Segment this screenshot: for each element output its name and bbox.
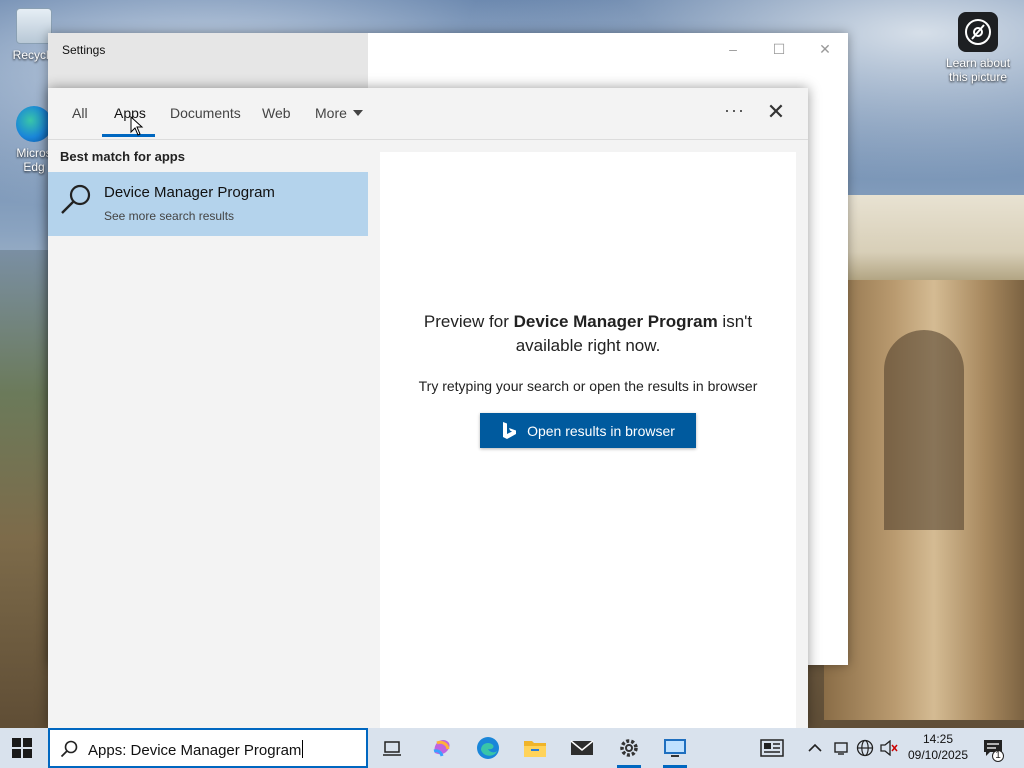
tray-device-icon-button[interactable] bbox=[833, 728, 849, 768]
tab-documents[interactable]: Documents bbox=[170, 105, 241, 121]
clock-time: 14:25 bbox=[922, 732, 954, 746]
remote-app-icon bbox=[664, 739, 686, 757]
settings-icon bbox=[620, 739, 638, 757]
search-panel: All Apps Documents Web More ··· ✕ Best m… bbox=[48, 88, 808, 732]
mouse-cursor-icon bbox=[130, 116, 144, 136]
settings-taskbar-button[interactable] bbox=[617, 736, 641, 760]
mail-button[interactable] bbox=[570, 736, 594, 760]
tab-all[interactable]: All bbox=[72, 105, 88, 121]
window-title: Settings bbox=[62, 43, 106, 57]
maximize-button[interactable]: ☐ bbox=[756, 33, 802, 65]
mail-icon bbox=[570, 740, 594, 755]
clock-date: 09/10/2025 bbox=[907, 748, 969, 762]
wallpaper-arch bbox=[884, 330, 964, 530]
tab-web[interactable]: Web bbox=[262, 105, 291, 121]
taskbar: Apps: Device Manager Program 14:25 09/10… bbox=[0, 728, 1024, 768]
open-results-in-browser-button[interactable]: Open results in browser bbox=[480, 413, 696, 448]
news-widget-button[interactable] bbox=[760, 728, 784, 768]
edge-icon bbox=[16, 106, 52, 142]
result-title: Device Manager Program bbox=[104, 184, 275, 201]
desktop-icon-learn-about-picture[interactable]: Learn about this picture bbox=[938, 12, 1018, 84]
show-hidden-icons-button[interactable] bbox=[808, 728, 822, 768]
file-explorer-button[interactable] bbox=[523, 736, 547, 760]
news-icon bbox=[760, 739, 784, 757]
globe-icon bbox=[856, 739, 874, 757]
best-match-header: Best match for apps bbox=[60, 149, 185, 164]
windows-start-icon[interactable] bbox=[12, 738, 32, 758]
text-caret bbox=[302, 740, 304, 758]
preview-message: Preview for Device Manager Program isn't… bbox=[400, 310, 776, 358]
taskbar-search-input[interactable]: Apps: Device Manager Program bbox=[48, 728, 368, 768]
close-search-button[interactable]: ✕ bbox=[764, 100, 788, 124]
tab-more[interactable]: More bbox=[315, 105, 363, 121]
camera-icon bbox=[958, 12, 998, 52]
search-icon bbox=[61, 184, 91, 214]
button-label: Open results in browser bbox=[527, 422, 675, 439]
remote-app-button[interactable] bbox=[663, 736, 687, 760]
preview-message-prefix: Preview for bbox=[423, 312, 514, 331]
volume-muted-icon bbox=[880, 740, 898, 756]
copilot-button[interactable] bbox=[430, 736, 454, 760]
file-explorer-icon bbox=[524, 741, 546, 757]
search-query-value: Apps: Device Manager Program bbox=[88, 742, 302, 759]
window-controls: – ☐ ✕ bbox=[710, 33, 848, 65]
active-tab-indicator bbox=[102, 134, 155, 137]
preview-hint: Try retyping your search or open the res… bbox=[418, 378, 758, 394]
search-tabs: All Apps Documents Web More ··· ✕ bbox=[48, 88, 808, 140]
task-view-button[interactable] bbox=[380, 736, 404, 760]
network-button[interactable] bbox=[856, 728, 874, 768]
chevron-down-icon bbox=[352, 110, 363, 116]
more-options-button[interactable]: ··· bbox=[724, 100, 745, 121]
result-subtitle: See more search results bbox=[104, 209, 235, 223]
notification-count-badge: 1 bbox=[992, 750, 1004, 762]
device-icon bbox=[834, 742, 848, 755]
chevron-up-icon bbox=[808, 743, 822, 752]
task-view-icon bbox=[383, 741, 401, 756]
search-query-text: Apps: Device Manager Program bbox=[88, 740, 304, 759]
volume-button[interactable] bbox=[880, 728, 898, 768]
minimize-button[interactable]: – bbox=[710, 33, 756, 65]
edge-taskbar-button[interactable] bbox=[476, 736, 500, 760]
preview-message-query: Device Manager Program bbox=[513, 312, 718, 331]
best-match-result[interactable]: Device Manager Program See more search r… bbox=[48, 172, 368, 236]
recycle-bin-icon bbox=[16, 8, 52, 44]
search-icon bbox=[60, 740, 78, 758]
taskbar-clock[interactable]: 14:25 09/10/2025 bbox=[900, 731, 976, 763]
tab-more-label: More bbox=[315, 105, 347, 121]
wallpaper-town bbox=[844, 195, 1024, 290]
bing-icon bbox=[503, 421, 517, 439]
copilot-icon bbox=[433, 740, 450, 757]
notification-center-button[interactable]: 1 bbox=[982, 728, 1004, 768]
close-button[interactable]: ✕ bbox=[802, 33, 848, 65]
edge-icon bbox=[477, 737, 499, 759]
preview-pane: Preview for Device Manager Program isn't… bbox=[380, 152, 796, 732]
desktop-icon-label: Learn about this picture bbox=[945, 56, 1011, 84]
